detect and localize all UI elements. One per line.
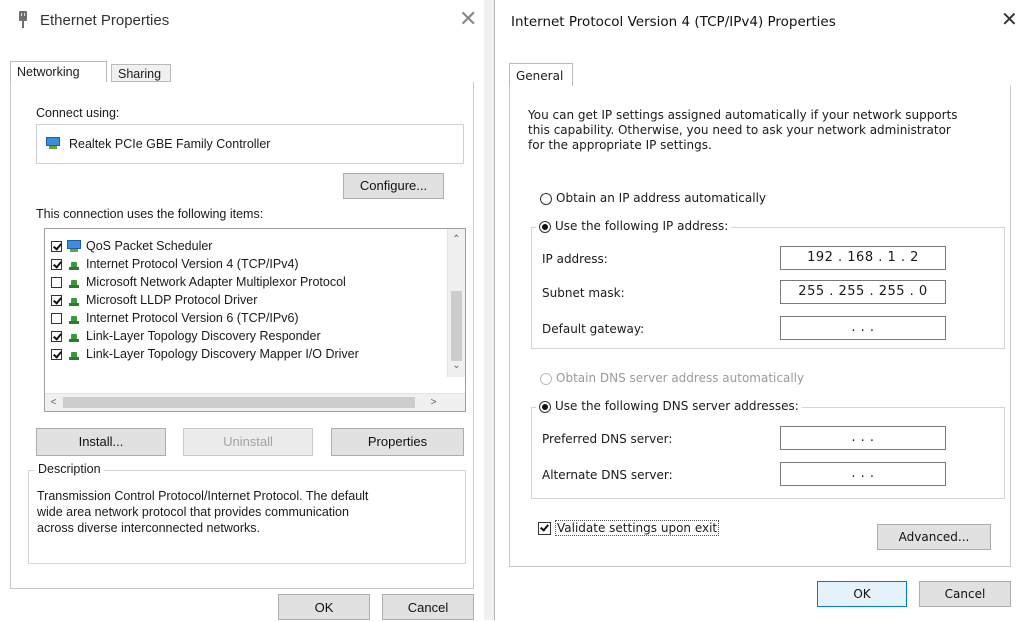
network-protocol-icon xyxy=(66,350,82,360)
description-group: Description Transmission Control Protoco… xyxy=(28,462,466,564)
preferred-dns-input[interactable]: . . . xyxy=(780,426,946,450)
radio-icon[interactable] xyxy=(540,192,552,205)
use-following-ip-radio[interactable]: Use the following IP address: xyxy=(536,219,732,233)
dns-group: Use the following DNS server addresses: … xyxy=(531,399,1005,499)
install-button[interactable]: Install... xyxy=(36,428,166,456)
scroll-thumb[interactable] xyxy=(451,291,462,361)
items-listbox[interactable]: QoS Packet Scheduler Internet Protocol V… xyxy=(44,228,466,412)
alternate-dns-label: Alternate DNS server: xyxy=(542,468,673,482)
description-label: Description xyxy=(35,462,104,476)
list-item[interactable]: Internet Protocol Version 6 (TCP/IPv6) xyxy=(51,309,299,327)
left-cancel-button[interactable]: Cancel xyxy=(382,594,474,620)
scroll-right-icon[interactable]: > xyxy=(425,394,442,411)
validate-settings-checkbox[interactable]: Validate settings upon exit xyxy=(538,520,720,536)
adapter-name: Realtek PCIe GBE Family Controller xyxy=(69,137,271,151)
checkbox-icon[interactable] xyxy=(51,241,62,253)
checkbox-icon[interactable] xyxy=(51,277,62,289)
right-cancel-button[interactable]: Cancel xyxy=(919,581,1011,607)
default-gateway-label: Default gateway: xyxy=(542,322,645,336)
ip-address-label: IP address: xyxy=(542,252,608,266)
network-protocol-icon xyxy=(66,332,82,342)
left-tabstrip: Networking Sharing xyxy=(10,61,472,83)
ipv4-properties-dialog: Internet Protocol Version 4 (TCP/IPv4) P… xyxy=(494,0,1021,620)
description-line: across diverse interconnected networks. xyxy=(37,521,261,535)
network-protocol-icon xyxy=(66,314,82,324)
list-item[interactable]: Link-Layer Topology Discovery Mapper I/O… xyxy=(51,345,359,363)
connect-using-label: Connect using: xyxy=(36,106,120,120)
ethernet-icon xyxy=(18,11,28,28)
list-item[interactable]: Internet Protocol Version 4 (TCP/IPv4) xyxy=(51,255,299,273)
tab-networking[interactable]: Networking xyxy=(10,61,107,83)
checkbox-icon[interactable] xyxy=(51,259,62,271)
checkbox-icon[interactable] xyxy=(538,522,551,535)
default-gateway-input[interactable]: . . . xyxy=(780,316,946,340)
network-protocol-icon xyxy=(66,278,82,288)
subnet-mask-label: Subnet mask: xyxy=(542,286,625,300)
obtain-ip-auto-radio[interactable]: Obtain an IP address automatically xyxy=(540,191,766,205)
network-protocol-icon xyxy=(66,260,82,270)
checkbox-icon[interactable] xyxy=(51,349,62,361)
description-line: wide area network protocol that provides… xyxy=(37,505,349,519)
network-protocol-icon xyxy=(66,296,82,306)
scroll-up-icon[interactable]: ⌃ xyxy=(448,231,465,248)
right-tabstrip: General xyxy=(509,63,1009,87)
right-dialog-title: Internet Protocol Version 4 (TCP/IPv4) P… xyxy=(511,14,836,30)
items-vertical-scrollbar[interactable]: ⌃ ⌄ xyxy=(447,229,465,377)
intro-line: You can get IP settings assigned automat… xyxy=(528,108,958,122)
intro-line: for the appropriate IP settings. xyxy=(528,138,712,152)
items-horizontal-scrollbar[interactable]: < > xyxy=(45,393,465,411)
dialog-gap xyxy=(484,0,494,620)
left-dialog-title: Ethernet Properties xyxy=(40,12,170,29)
radio-icon xyxy=(540,372,552,385)
adapter-icon xyxy=(45,137,61,150)
intro-line: this capability. Otherwise, you need to … xyxy=(528,123,951,137)
monitor-icon xyxy=(66,240,82,253)
left-titlebar: Ethernet Properties ✕ xyxy=(0,0,484,40)
preferred-dns-label: Preferred DNS server: xyxy=(542,432,673,446)
list-item[interactable]: Microsoft Network Adapter Multiplexor Pr… xyxy=(51,273,346,291)
properties-button[interactable]: Properties xyxy=(331,428,464,456)
hscroll-thumb[interactable] xyxy=(63,397,415,408)
list-item[interactable]: QoS Packet Scheduler xyxy=(51,237,212,255)
right-close-icon[interactable]: ✕ xyxy=(1001,8,1018,30)
configure-button[interactable]: Configure... xyxy=(343,173,444,199)
checkbox-icon[interactable] xyxy=(51,313,62,325)
use-following-dns-radio[interactable]: Use the following DNS server addresses: xyxy=(536,399,802,413)
radio-icon[interactable] xyxy=(539,220,551,233)
checkbox-icon[interactable] xyxy=(51,295,62,307)
checkbox-icon[interactable] xyxy=(51,331,62,343)
advanced-button[interactable]: Advanced... xyxy=(877,524,991,550)
obtain-dns-auto-radio: Obtain DNS server address automatically xyxy=(540,371,804,385)
right-ok-button[interactable]: OK xyxy=(817,581,907,607)
alternate-dns-input[interactable]: . . . xyxy=(780,462,946,486)
items-label: This connection uses the following items… xyxy=(36,207,264,221)
left-close-icon[interactable]: ✕ xyxy=(459,8,477,30)
uninstall-button: Uninstall xyxy=(183,428,313,456)
ethernet-properties-dialog: Ethernet Properties ✕ Networking Sharing… xyxy=(0,0,484,620)
scroll-down-icon[interactable]: ⌄ xyxy=(448,357,465,374)
radio-icon[interactable] xyxy=(539,400,551,413)
list-item[interactable]: Link-Layer Topology Discovery Responder xyxy=(51,327,321,345)
left-ok-button[interactable]: OK xyxy=(278,594,370,620)
tab-general[interactable]: General xyxy=(509,63,573,87)
tab-sharing[interactable]: Sharing xyxy=(111,64,171,82)
right-titlebar: Internet Protocol Version 4 (TCP/IPv4) P… xyxy=(495,0,1021,40)
ip-address-input[interactable]: 192 . 168 . 1 . 2 xyxy=(780,246,946,270)
list-item[interactable]: Microsoft LLDP Protocol Driver xyxy=(51,291,257,309)
subnet-mask-input[interactable]: 255 . 255 . 255 . 0 xyxy=(780,280,946,304)
adapter-box: Realtek PCIe GBE Family Controller xyxy=(36,124,464,164)
scroll-left-icon[interactable]: < xyxy=(45,394,62,411)
description-line: Transmission Control Protocol/Internet P… xyxy=(37,489,369,503)
ip-address-group: Use the following IP address: IP address… xyxy=(531,219,1005,349)
